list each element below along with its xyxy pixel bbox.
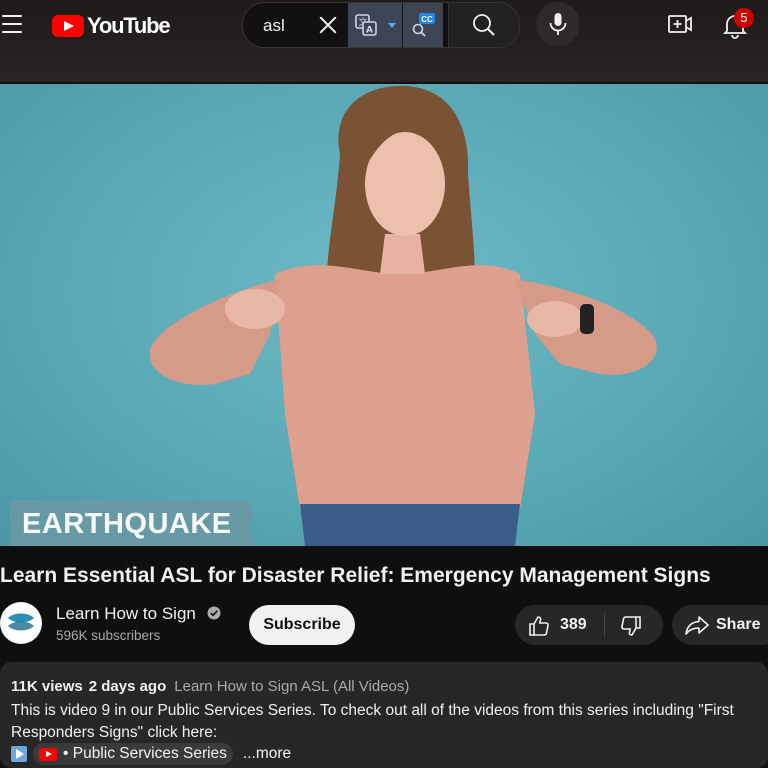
microphone-icon: [549, 13, 567, 35]
video-frame-person: [149, 85, 657, 546]
voice-search-button[interactable]: [536, 2, 580, 46]
upload-date: 2 days ago: [88, 678, 167, 695]
youtube-play-icon: [52, 15, 84, 37]
video-meta: 11K views 2 days ago Learn How to Sign ASL…: [11, 678, 409, 695]
show-more-link[interactable]: ...more: [243, 745, 291, 763]
cc-label: CC: [421, 15, 433, 24]
channel-avatar[interactable]: [0, 602, 42, 644]
playlist-link[interactable]: Learn How to Sign ASL (All Videos): [174, 678, 409, 695]
chip-label: • Public Services Series: [63, 745, 227, 762]
translate-extension-button[interactable]: 文 A: [348, 3, 402, 47]
search-button[interactable]: [448, 3, 519, 47]
sign-caption-text: EARTHQUAKE: [22, 508, 232, 540]
svg-text:A: A: [366, 26, 373, 36]
translate-icon: 文 A: [355, 14, 377, 36]
share-label: Share: [716, 616, 761, 633]
close-icon[interactable]: [317, 14, 339, 36]
sign-caption-box: EARTHQUAKE: [10, 500, 252, 546]
divider: [604, 613, 605, 637]
subscriber-count: 596K subscribers: [56, 628, 161, 643]
thumbs-down-icon[interactable]: [619, 614, 643, 638]
search-box: 文 A CC: [242, 2, 520, 48]
cc-search-icon: CC: [412, 13, 435, 37]
description-box[interactable]: 11K views 2 days ago Learn How to Sign ASL…: [0, 662, 768, 768]
channel-name[interactable]: Learn How to Sign: [56, 604, 196, 624]
play-button-emoji-icon: [11, 746, 27, 762]
thumbs-up-icon[interactable]: [527, 614, 551, 638]
chevron-down-icon[interactable]: [388, 22, 396, 28]
share-button[interactable]: Share: [672, 605, 768, 645]
youtube-logo[interactable]: YouTube: [52, 13, 171, 39]
like-dislike-group: 389: [515, 605, 663, 645]
description-links: • Public Services Series ...more: [11, 743, 291, 765]
share-icon: [685, 616, 709, 635]
channel-logo-icon: [1, 603, 41, 643]
description-text: This is video 9 in our Public Services S…: [11, 702, 734, 741]
create-button[interactable]: [667, 12, 693, 36]
youtube-icon: [39, 747, 57, 761]
video-player[interactable]: EARTHQUAKE: [0, 84, 768, 546]
playlist-chip-link[interactable]: • Public Services Series: [33, 743, 233, 765]
logo-text: YouTube: [87, 13, 171, 38]
video-title: Learn Essential ASL for Disaster Relief:…: [0, 564, 711, 587]
notification-badge: 5: [734, 8, 754, 28]
verified-icon: [207, 606, 221, 620]
masthead: YouTube 文 A CC: [0, 0, 768, 82]
search-icon: [473, 14, 495, 36]
menu-icon[interactable]: [2, 15, 22, 33]
cc-search-extension-button[interactable]: CC: [403, 3, 443, 47]
video-add-icon: [668, 15, 692, 33]
view-count: 11K views: [11, 678, 83, 695]
subscribe-button[interactable]: Subscribe: [249, 605, 355, 645]
like-count[interactable]: 389: [560, 616, 587, 634]
